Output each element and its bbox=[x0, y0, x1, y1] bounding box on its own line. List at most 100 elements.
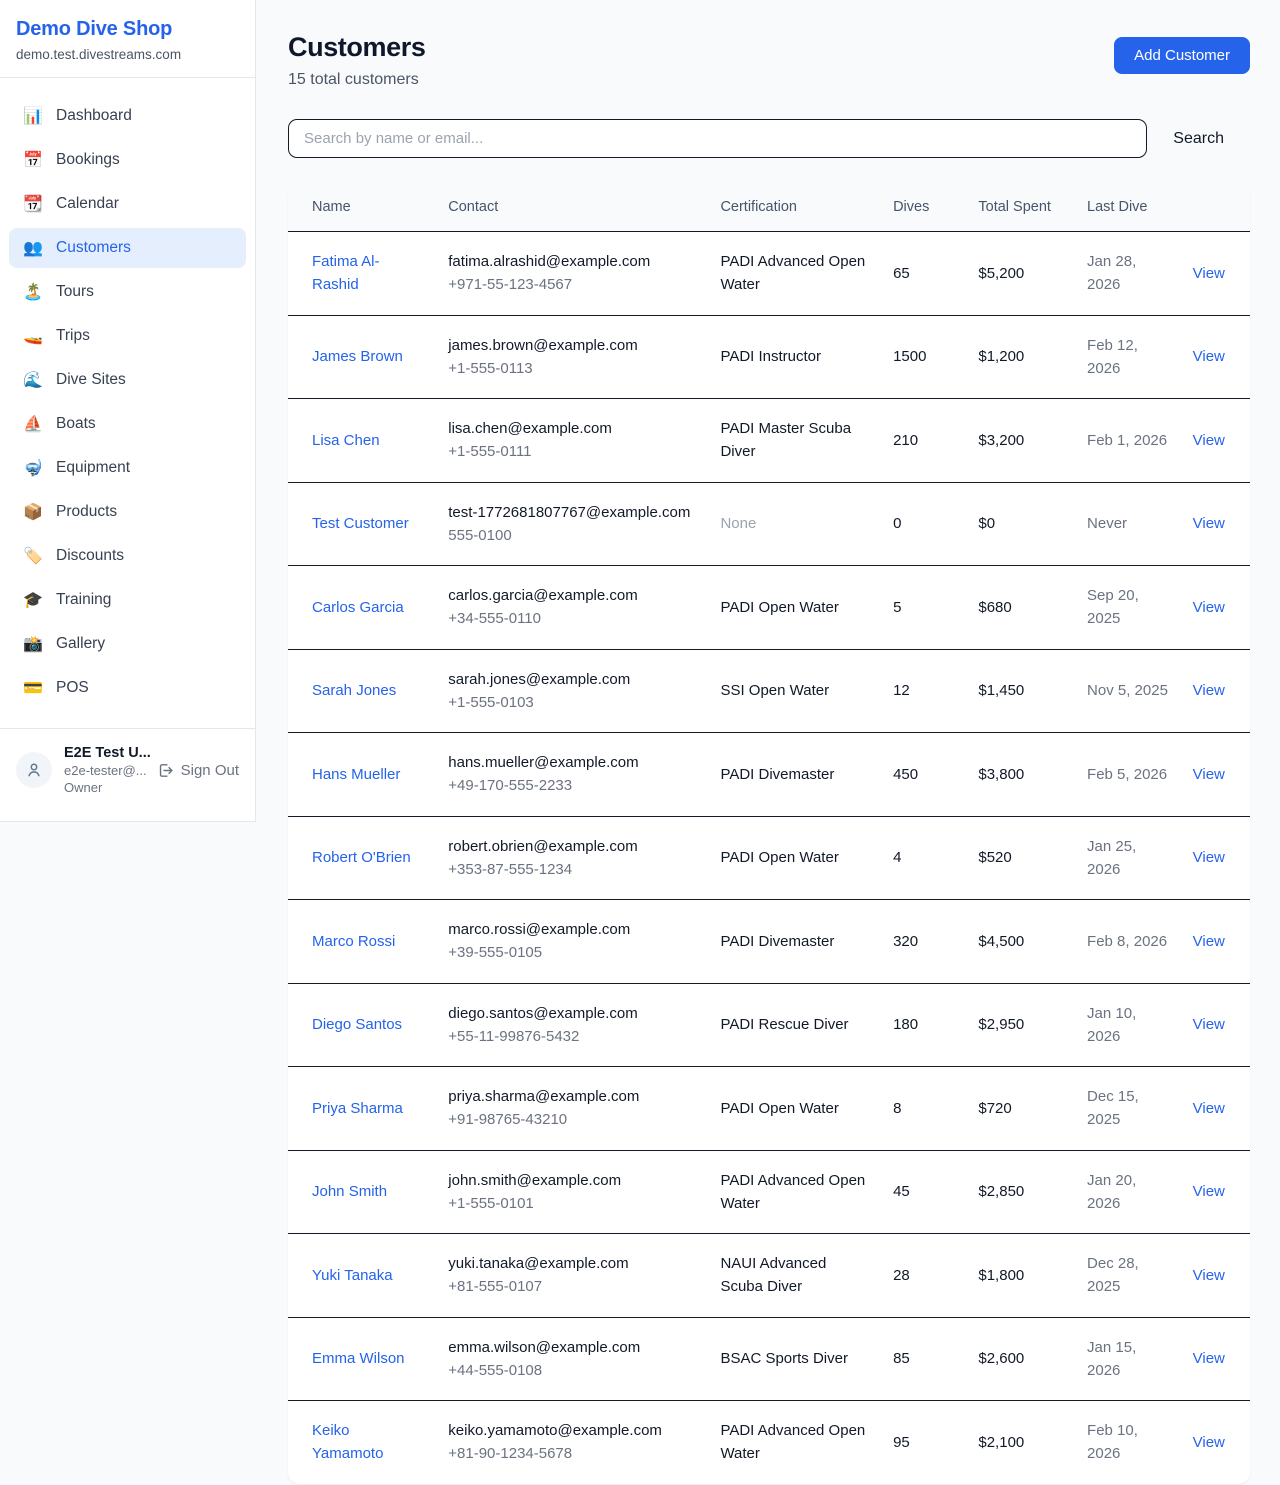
sidebar-item-calendar[interactable]: 📆 Calendar bbox=[9, 184, 246, 224]
sidebar-item-pos[interactable]: 💳 POS bbox=[9, 668, 246, 708]
view-customer-link[interactable]: View bbox=[1193, 1100, 1225, 1117]
search-bar: Search bbox=[288, 119, 1250, 158]
speedboat-icon: 🚤 bbox=[23, 326, 43, 346]
customer-dives: 65 bbox=[881, 232, 966, 316]
customer-name-link[interactable]: James Brown bbox=[288, 315, 436, 399]
sidebar-item-dashboard[interactable]: 📊 Dashboard bbox=[9, 96, 246, 136]
customer-phone: +55-11-99876-5432 bbox=[448, 1025, 696, 1048]
customer-phone: +44-555-0108 bbox=[448, 1359, 696, 1382]
customer-name-link[interactable]: Emma Wilson bbox=[288, 1317, 436, 1401]
customer-phone: 555-0100 bbox=[448, 524, 696, 547]
view-customer-link[interactable]: View bbox=[1193, 682, 1225, 699]
customer-dives: 8 bbox=[881, 1067, 966, 1151]
customer-total-spent: $1,800 bbox=[966, 1234, 1075, 1318]
view-customer-link[interactable]: View bbox=[1193, 515, 1225, 532]
customer-name-link[interactable]: Sarah Jones bbox=[288, 649, 436, 733]
customer-last-dive: Never bbox=[1075, 482, 1181, 566]
customer-name-link[interactable]: Lisa Chen bbox=[288, 399, 436, 483]
view-customer-link[interactable]: View bbox=[1193, 1267, 1225, 1284]
customer-phone: +91-98765-43210 bbox=[448, 1108, 696, 1131]
customer-name-link[interactable]: Yuki Tanaka bbox=[288, 1234, 436, 1318]
view-customer-link[interactable]: View bbox=[1193, 265, 1225, 282]
camera-icon: 📸 bbox=[23, 634, 43, 654]
sidebar-user-section: E2E Test U... e2e-tester@... Owner Sign … bbox=[0, 728, 255, 807]
people-icon: 👥 bbox=[23, 238, 43, 258]
customer-email: fatima.alrashid@example.com bbox=[448, 250, 696, 273]
view-customer-link[interactable]: View bbox=[1193, 599, 1225, 616]
customer-contact: marco.rossi@example.com +39-555-0105 bbox=[436, 900, 708, 984]
customer-name-link[interactable]: Priya Sharma bbox=[288, 1067, 436, 1151]
package-icon: 📦 bbox=[23, 502, 43, 522]
sidebar-item-products[interactable]: 📦 Products bbox=[9, 492, 246, 532]
customer-certification: PADI Divemaster bbox=[708, 900, 881, 984]
sidebar-item-dive-sites[interactable]: 🌊 Dive Sites bbox=[9, 360, 246, 400]
customer-name-link[interactable]: John Smith bbox=[288, 1150, 436, 1234]
customer-name-link[interactable]: Keiko Yamamoto bbox=[288, 1401, 436, 1484]
search-input[interactable] bbox=[288, 119, 1147, 158]
customer-certification: PADI Open Water bbox=[708, 816, 881, 900]
view-customer-link[interactable]: View bbox=[1193, 432, 1225, 449]
sidebar-item-tours[interactable]: 🏝️ Tours bbox=[9, 272, 246, 312]
customer-name-link[interactable]: Test Customer bbox=[288, 482, 436, 566]
customer-email: emma.wilson@example.com bbox=[448, 1336, 696, 1359]
customer-dives: 28 bbox=[881, 1234, 966, 1318]
customer-name-link[interactable]: Diego Santos bbox=[288, 983, 436, 1067]
customer-name-link[interactable]: Fatima Al-Rashid bbox=[288, 232, 436, 316]
customer-dives: 4 bbox=[881, 816, 966, 900]
customer-phone: +1-555-0103 bbox=[448, 691, 696, 714]
customer-name-link[interactable]: Carlos Garcia bbox=[288, 566, 436, 650]
sidebar-item-customers[interactable]: 👥 Customers bbox=[9, 228, 246, 268]
user-role: Owner bbox=[64, 780, 145, 795]
customer-email: john.smith@example.com bbox=[448, 1169, 696, 1192]
customer-email: priya.sharma@example.com bbox=[448, 1085, 696, 1108]
search-button[interactable]: Search bbox=[1147, 130, 1250, 148]
customer-total-spent: $1,450 bbox=[966, 649, 1075, 733]
table-row: Hans Mueller hans.mueller@example.com +4… bbox=[288, 733, 1250, 817]
view-customer-link[interactable]: View bbox=[1193, 849, 1225, 866]
page-title-block: Customers 15 total customers bbox=[288, 32, 425, 89]
customer-name-link[interactable]: Marco Rossi bbox=[288, 900, 436, 984]
customer-name-link[interactable]: Hans Mueller bbox=[288, 733, 436, 817]
customer-certification: SSI Open Water bbox=[708, 649, 881, 733]
sidebar-item-discounts[interactable]: 🏷️ Discounts bbox=[9, 536, 246, 576]
customer-email: sarah.jones@example.com bbox=[448, 668, 696, 691]
sidebar-item-equipment[interactable]: 🤿 Equipment bbox=[9, 448, 246, 488]
sidebar-item-bookings[interactable]: 📅 Bookings bbox=[9, 140, 246, 180]
view-customer-link[interactable]: View bbox=[1193, 766, 1225, 783]
sidebar-item-label: Discounts bbox=[56, 547, 124, 565]
view-customer-link[interactable]: View bbox=[1193, 1350, 1225, 1367]
view-customer-link[interactable]: View bbox=[1193, 348, 1225, 365]
table-row: Test Customer test-1772681807767@example… bbox=[288, 482, 1250, 566]
customer-total-spent: $680 bbox=[966, 566, 1075, 650]
customer-certification: PADI Open Water bbox=[708, 1067, 881, 1151]
sidebar-item-trips[interactable]: 🚤 Trips bbox=[9, 316, 246, 356]
sidebar: Demo Dive Shop demo.test.divestreams.com… bbox=[0, 0, 256, 822]
customer-contact: carlos.garcia@example.com +34-555-0110 bbox=[436, 566, 708, 650]
sidebar-header: Demo Dive Shop demo.test.divestreams.com bbox=[0, 0, 255, 78]
customer-last-dive: Feb 10, 2026 bbox=[1075, 1401, 1181, 1484]
sidebar-item-label: POS bbox=[56, 679, 89, 697]
sidebar-item-training[interactable]: 🎓 Training bbox=[9, 580, 246, 620]
customer-email: diego.santos@example.com bbox=[448, 1002, 696, 1025]
view-customer-link[interactable]: View bbox=[1193, 1183, 1225, 1200]
sidebar-item-boats[interactable]: ⛵ Boats bbox=[9, 404, 246, 444]
customer-name-link[interactable]: Robert O'Brien bbox=[288, 816, 436, 900]
column-header-name: Name bbox=[288, 184, 436, 232]
bar-chart-icon: 📊 bbox=[23, 106, 43, 126]
sign-out-button[interactable]: Sign Out bbox=[157, 762, 241, 779]
view-customer-link[interactable]: View bbox=[1193, 1016, 1225, 1033]
tear-off-calendar-icon: 📆 bbox=[23, 194, 43, 214]
customer-contact: diego.santos@example.com +55-11-99876-54… bbox=[436, 983, 708, 1067]
add-customer-button[interactable]: Add Customer bbox=[1114, 37, 1250, 74]
customer-dives: 1500 bbox=[881, 315, 966, 399]
customer-phone: +1-555-0101 bbox=[448, 1192, 696, 1215]
shop-domain: demo.test.divestreams.com bbox=[16, 47, 239, 62]
customer-total-spent: $3,800 bbox=[966, 733, 1075, 817]
sidebar-item-gallery[interactable]: 📸 Gallery bbox=[9, 624, 246, 664]
customer-total-spent: $5,200 bbox=[966, 232, 1075, 316]
customer-phone: +34-555-0110 bbox=[448, 607, 696, 630]
customer-contact: lisa.chen@example.com +1-555-0111 bbox=[436, 399, 708, 483]
view-customer-link[interactable]: View bbox=[1193, 1434, 1225, 1451]
calendar-icon: 📅 bbox=[23, 150, 43, 170]
view-customer-link[interactable]: View bbox=[1193, 933, 1225, 950]
